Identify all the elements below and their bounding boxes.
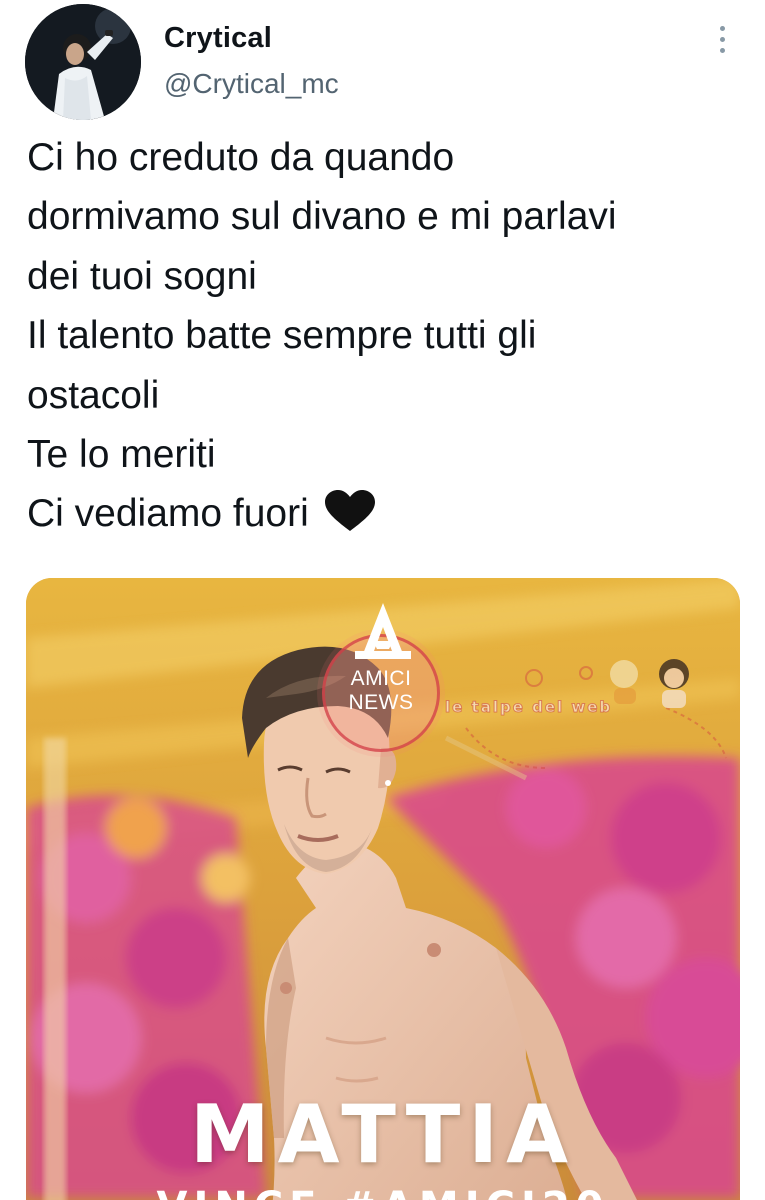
more-vertical-icon (719, 25, 725, 31)
tweet-line-last: Ci vediamo fuori (27, 484, 747, 543)
black-heart-icon (324, 490, 376, 532)
media-caption-line2: VINCE #AMICI20 (26, 1184, 740, 1200)
tweet-line: Te lo meriti (27, 433, 216, 477)
amici-logo-mark (355, 603, 411, 659)
tweet-line: dei tuoi sogni (27, 254, 257, 298)
logo-news-text: NEWS (348, 691, 414, 714)
tweet-line: Ci ho creduto da quando (27, 136, 455, 179)
tweet-line-text: Ci vediamo fuori (27, 492, 309, 536)
more-vertical-icon-dot (719, 47, 725, 53)
avatar-photo (25, 4, 141, 120)
media-caption: MATTIA (190, 1088, 576, 1181)
user-handle[interactable]: @Crytical_mc (164, 68, 339, 100)
tweet-media-image[interactable]: AMICI NEWS le talpe del web MATTIA VINCE… (26, 578, 740, 1200)
logo-amici-text: AMICI (350, 667, 412, 690)
watermark-text: le talpe del web (444, 698, 613, 717)
display-name[interactable]: Crytical (164, 22, 272, 55)
more-options-button[interactable] (700, 14, 744, 64)
tweet-line: ostacoli (27, 373, 160, 417)
tweet-line: dormivamo sul divano e mi parlavi (27, 195, 617, 239)
tweet-text: Ci ho creduto da quando dormivamo sul di… (27, 128, 747, 544)
amici-news-logo: AMICI NEWS (322, 603, 440, 752)
more-vertical-icon-dot (719, 36, 725, 42)
avatar[interactable] (25, 4, 141, 120)
tweet-line: Il talento batte sempre tutti gli (27, 314, 537, 358)
